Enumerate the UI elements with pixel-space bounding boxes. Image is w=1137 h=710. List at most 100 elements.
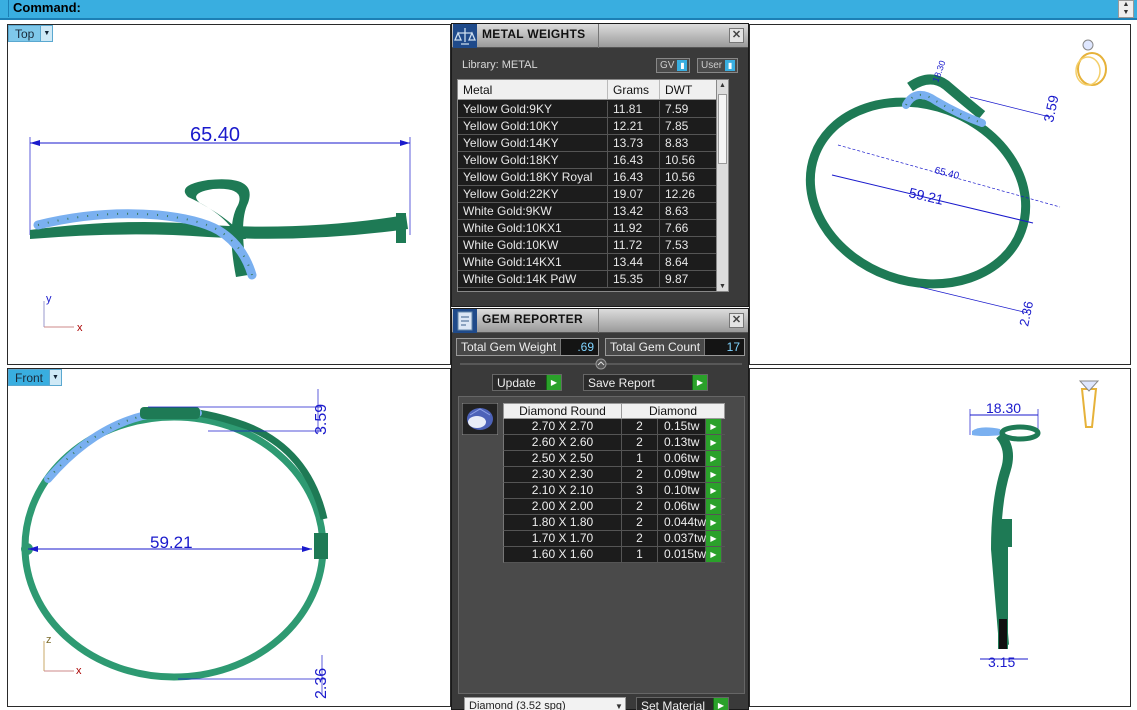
metal-name: Yellow Gold:9KY	[458, 101, 608, 117]
update-button[interactable]: Update ▶	[492, 374, 562, 391]
gem-qty: 2	[622, 419, 658, 434]
splitter[interactable]	[452, 357, 750, 371]
play-icon[interactable]: ▶	[706, 419, 722, 434]
top-view-canvas: y x 65.40	[29, 124, 411, 334]
chevron-down-icon[interactable]: ▼	[40, 26, 53, 41]
persp-dimension-height: 3.59	[1040, 93, 1061, 123]
table-row[interactable]: Yellow Gold:22KY 19.07 12.26	[458, 186, 728, 203]
col-grams[interactable]: Grams	[608, 80, 660, 99]
user-knob-icon: ▮	[725, 60, 736, 71]
col-diamond-round[interactable]: Diamond Round	[504, 404, 622, 418]
table-row: 2.50 X 2.50 1 0.06tw ▶	[503, 451, 725, 467]
gem-table: Diamond Round Diamond 2.70 X 2.70 2 0.15tw…	[503, 403, 725, 563]
metal-dwt: 8.64	[660, 254, 718, 270]
table-row[interactable]: White Gold:9KW 13.42 8.63	[458, 203, 728, 220]
metal-dwt: 10.56	[660, 152, 718, 168]
gem-qty: 2	[622, 515, 658, 530]
table-row[interactable]: Yellow Gold:9KY 11.81 7.59	[458, 101, 728, 118]
col-dwt[interactable]: DWT	[660, 80, 718, 99]
command-scroll[interactable]: ▲ ▼	[1118, 0, 1134, 18]
gem-qty: 2	[622, 435, 658, 450]
gem-size: 1.80 X 1.80	[504, 515, 622, 530]
table-row[interactable]: White Gold:14KX1 13.44 8.64	[458, 254, 728, 271]
gem-reporter-titlebar[interactable]: GEM REPORTER ✕	[452, 309, 748, 333]
table-row[interactable]: White Gold:10KW 11.72 7.53	[458, 237, 728, 254]
close-icon[interactable]: ✕	[729, 28, 744, 43]
front-dimension-height: 3.59	[313, 404, 330, 435]
gem-reporter-panel: GEM REPORTER ✕ Total Gem Weight .69 Tota…	[451, 308, 749, 710]
diamond-icon[interactable]	[462, 403, 498, 435]
col-diamond[interactable]: Diamond	[622, 404, 724, 418]
scroll-down-icon[interactable]: ▼	[1119, 9, 1133, 17]
play-icon: ▶	[713, 698, 728, 710]
report-icon	[453, 309, 477, 333]
col-metal[interactable]: Metal	[458, 80, 608, 99]
gem-size: 1.70 X 1.70	[504, 531, 622, 546]
scroll-up-icon[interactable]: ▲	[1119, 1, 1133, 9]
ring-icon[interactable]	[1075, 39, 1107, 86]
metal-grams: 19.07	[608, 186, 660, 202]
viewport-right[interactable]: 18.30 3.15	[749, 368, 1131, 707]
gv-label: GV	[660, 60, 675, 71]
total-gem-weight-value: .69	[561, 339, 598, 355]
viewport-front[interactable]: 59.21 3.59 2.36 z x Front ▼	[7, 368, 451, 707]
metal-dwt: 10.56	[660, 169, 718, 185]
table-row[interactable]: White Gold:10KX1 11.92 7.66	[458, 220, 728, 237]
play-icon[interactable]: ▶	[706, 515, 722, 530]
save-report-label: Save Report	[588, 375, 655, 390]
total-gem-count-value: 17	[705, 339, 744, 355]
chevron-down-icon[interactable]: ▼	[613, 702, 625, 710]
table-row[interactable]: Yellow Gold:14KY 13.73 8.83	[458, 135, 728, 152]
gem-list-area: Diamond Round Diamond 2.70 X 2.70 2 0.15tw…	[458, 396, 745, 694]
viewport-top-label[interactable]: Top ▼	[8, 25, 54, 42]
gem-setting-icon[interactable]	[1078, 380, 1100, 428]
viewport-front-name: Front	[15, 370, 44, 385]
metal-dwt: 7.66	[660, 220, 718, 236]
gv-toggle[interactable]: GV ▮	[656, 58, 691, 73]
gem-weight: 0.13tw	[658, 435, 706, 450]
play-icon[interactable]: ▶	[706, 547, 722, 562]
metal-grams: 13.73	[608, 135, 660, 151]
table-row[interactable]: Yellow Gold:10KY 12.21 7.85	[458, 118, 728, 135]
close-icon[interactable]: ✕	[729, 313, 744, 328]
set-material-label: Set Material	[641, 698, 706, 710]
user-toggle[interactable]: User ▮	[697, 58, 739, 73]
viewport-front-label[interactable]: Front ▼	[8, 369, 63, 386]
save-report-button[interactable]: Save Report ▶	[583, 374, 708, 391]
chevron-down-icon[interactable]: ▼	[49, 370, 62, 385]
material-select[interactable]: Diamond (3.52 spg) ▼	[464, 697, 626, 710]
scroll-thumb[interactable]	[718, 94, 727, 164]
table-row[interactable]: Yellow Gold:18KY 16.43 10.56	[458, 152, 728, 169]
viewport-top[interactable]: y x 65.40 Top ▼	[7, 24, 451, 365]
play-icon[interactable]: ▶	[706, 531, 722, 546]
command-input[interactable]	[8, 0, 1112, 17]
metal-weights-titlebar[interactable]: METAL WEIGHTS ✕	[452, 24, 748, 48]
play-icon[interactable]: ▶	[706, 499, 722, 514]
scroll-up-icon[interactable]: ▲	[717, 80, 728, 92]
set-material-button[interactable]: Set Material ▶	[636, 697, 729, 710]
metal-name: White Gold:10KW	[458, 237, 608, 253]
metal-table-scrollbar[interactable]: ▲ ▼	[716, 80, 728, 291]
metal-dwt: 7.59	[660, 101, 718, 117]
play-icon[interactable]: ▶	[706, 451, 722, 466]
metal-dwt: 8.63	[660, 203, 718, 219]
gem-weight: 0.044tw	[658, 515, 706, 530]
play-icon[interactable]: ▶	[706, 435, 722, 450]
play-icon[interactable]: ▶	[706, 483, 722, 498]
scroll-down-icon[interactable]: ▼	[717, 281, 728, 291]
metal-dwt: 8.83	[660, 135, 718, 151]
persp-dimension-band: 2.36	[1016, 300, 1036, 328]
front-dimension-diameter: 59.21	[150, 533, 193, 552]
gem-weight: 0.15tw	[658, 419, 706, 434]
metal-name: Yellow Gold:22KY	[458, 186, 608, 202]
play-icon[interactable]: ▶	[706, 467, 722, 482]
metal-dwt: 7.85	[660, 118, 718, 134]
total-gem-weight-label: Total Gem Weight	[457, 339, 562, 355]
metal-name: Yellow Gold:18KY	[458, 152, 608, 168]
table-row[interactable]: White Gold:14K PdW 15.35 9.87	[458, 271, 728, 288]
material-select-value: Diamond (3.52 spg)	[469, 700, 566, 710]
table-row[interactable]: Yellow Gold:18KY Royal 16.43 10.56	[458, 169, 728, 186]
table-row: 1.60 X 1.60 1 0.015tw ▶	[503, 547, 725, 563]
axis-label-x-front: x	[76, 665, 82, 677]
viewport-perspective[interactable]: 59.21 65.40 3.59 2.36 18.30	[749, 24, 1131, 365]
